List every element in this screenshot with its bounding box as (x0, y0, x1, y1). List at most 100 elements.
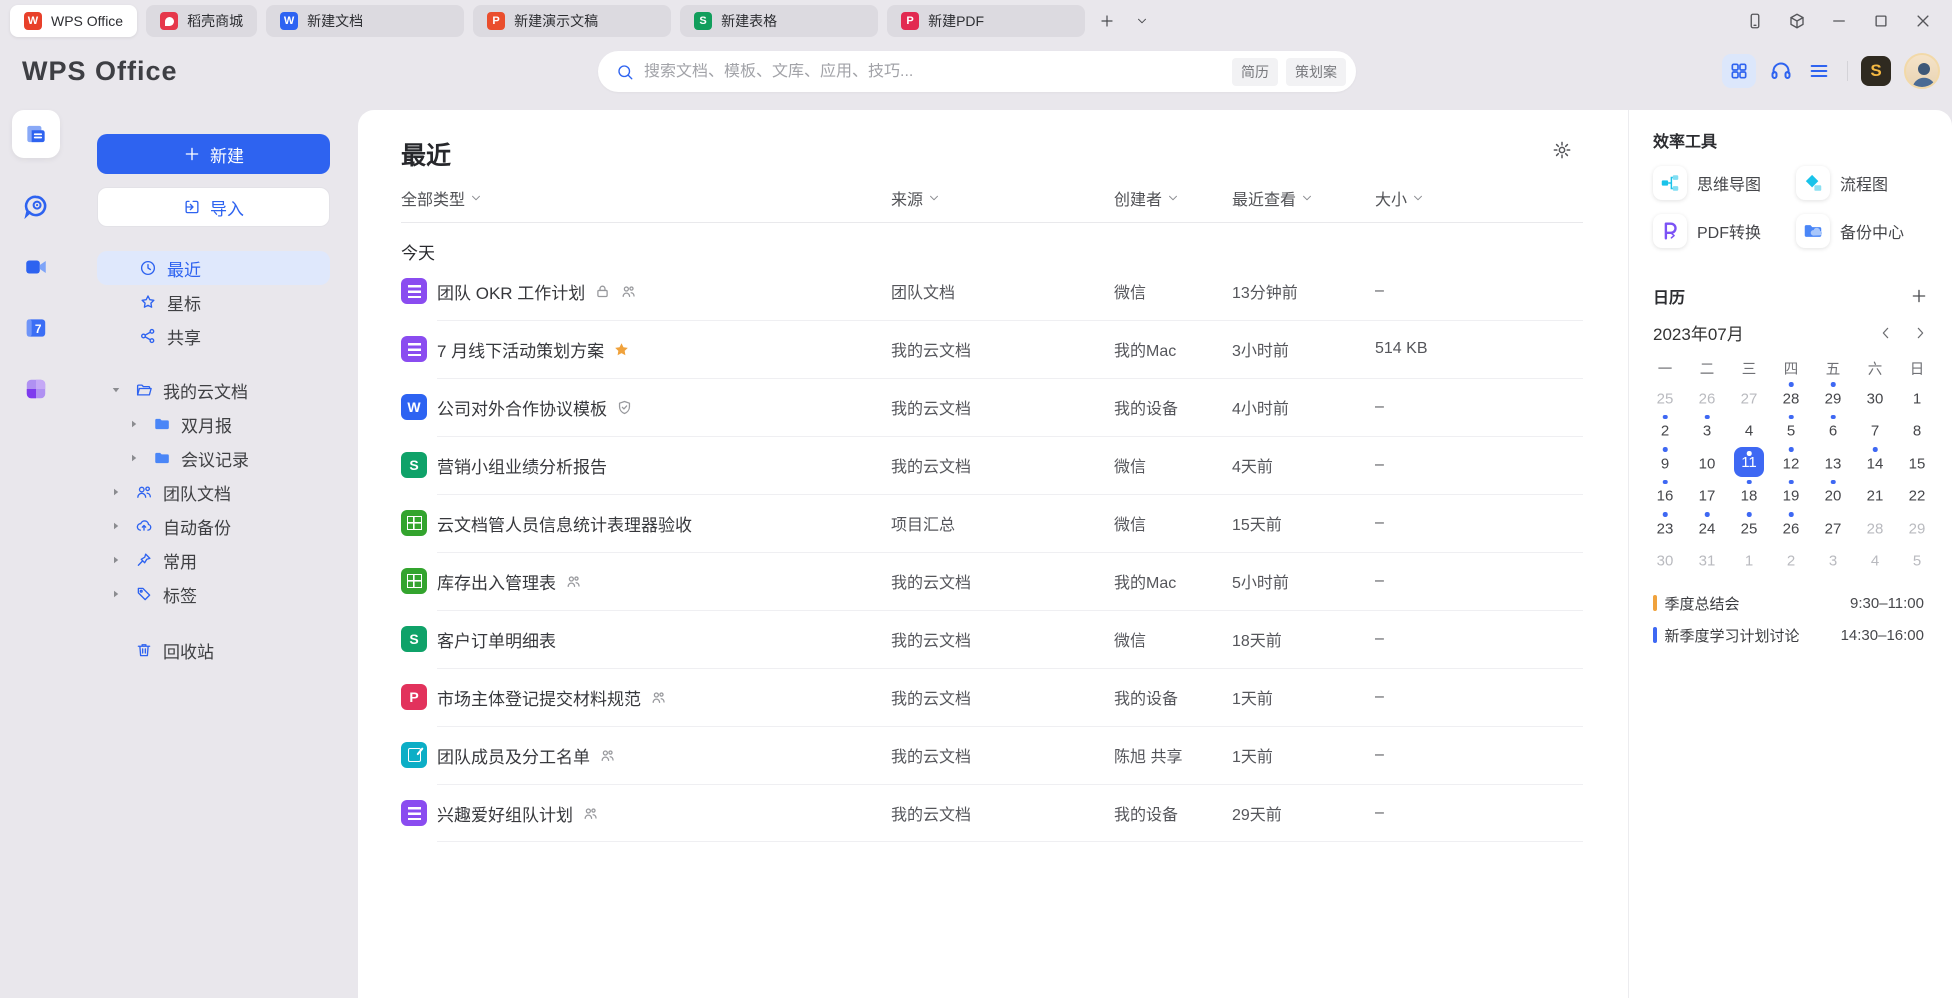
calendar-day[interactable]: 28 (1770, 381, 1812, 414)
calendar-day[interactable]: 7 (1854, 414, 1896, 447)
tab-overview-button[interactable] (1129, 8, 1155, 34)
calendar-day[interactable]: 26 (1686, 381, 1728, 414)
filter-dropdown[interactable]: 全部类型 (401, 186, 482, 210)
sidebar-tree-item[interactable]: 我的云文档 (72, 373, 358, 407)
rail-app-item[interactable] (12, 110, 60, 158)
global-search[interactable]: 简历策划案 (598, 51, 1356, 92)
tool-shortcut[interactable]: 备份中心 (1796, 214, 1929, 248)
calendar-day[interactable]: 20 (1812, 479, 1854, 512)
minimize-button[interactable] (1830, 12, 1848, 30)
calendar-day[interactable]: 27 (1812, 511, 1854, 544)
calendar-day[interactable]: 18 (1728, 479, 1770, 512)
calendar-day[interactable]: 11 (1728, 446, 1770, 479)
caret-down-icon[interactable] (110, 384, 122, 396)
caret-right-icon[interactable] (128, 452, 140, 464)
tool-shortcut[interactable]: PDF转换 (1653, 214, 1796, 248)
calendar-day[interactable]: 2 (1644, 414, 1686, 447)
calendar-day[interactable]: 15 (1896, 446, 1938, 479)
calendar-day[interactable]: 14 (1854, 446, 1896, 479)
calendar-day[interactable]: 10 (1686, 446, 1728, 479)
app-tab[interactable]: 稻壳商城 (146, 5, 257, 37)
calendar-day[interactable]: 24 (1686, 511, 1728, 544)
new-tab-button[interactable] (1094, 8, 1120, 34)
calendar-day[interactable]: 4 (1728, 414, 1770, 447)
membership-badge[interactable]: S (1861, 56, 1891, 86)
calendar-day[interactable]: 31 (1686, 544, 1728, 577)
caret-right-icon[interactable] (110, 588, 122, 600)
list-settings-button[interactable] (1552, 140, 1572, 160)
workspace-button[interactable] (1788, 12, 1806, 30)
sidebar-tree-item[interactable]: 双月报 (72, 407, 358, 441)
user-avatar[interactable] (1904, 53, 1940, 89)
calendar-day[interactable]: 13 (1812, 446, 1854, 479)
maximize-button[interactable] (1872, 12, 1890, 30)
app-tab[interactable]: WPS Office (10, 5, 137, 37)
search-tag[interactable]: 策划案 (1286, 58, 1346, 86)
import-button[interactable]: 导入 (97, 187, 330, 227)
calendar-day[interactable]: 8 (1896, 414, 1938, 447)
calendar-day[interactable]: 6 (1812, 414, 1854, 447)
rail-app-item[interactable] (23, 254, 49, 280)
calendar-day[interactable]: 4 (1854, 544, 1896, 577)
calendar-day[interactable]: 12 (1770, 446, 1812, 479)
sidebar-tree-item[interactable]: 自动备份 (72, 509, 358, 543)
app-tab[interactable]: 新建表格 (680, 5, 878, 37)
calendar-day[interactable]: 1 (1896, 381, 1938, 414)
caret-right-icon[interactable] (110, 554, 122, 566)
app-tab[interactable]: 新建PDF (887, 5, 1085, 37)
caret-right-icon[interactable] (110, 486, 122, 498)
close-button[interactable] (1914, 12, 1932, 30)
calendar-event[interactable]: 新季度学习计划讨论 14:30–16:00 (1653, 622, 1924, 648)
prev-month-button[interactable] (1878, 325, 1894, 341)
filter-dropdown[interactable]: 大小 (1375, 186, 1424, 210)
calendar-day[interactable]: 30 (1854, 381, 1896, 414)
file-row[interactable]: 客户订单明细表 我的云文档 微信 18天前 – (358, 610, 1628, 668)
add-event-button[interactable] (1910, 287, 1928, 305)
calendar-day[interactable]: 5 (1770, 414, 1812, 447)
tool-shortcut[interactable]: 流程图 (1796, 166, 1929, 200)
connect-device-button[interactable] (1746, 12, 1764, 30)
sidebar-nav-item[interactable]: 共享 (97, 319, 330, 353)
caret-right-icon[interactable] (128, 418, 140, 430)
file-row[interactable]: 团队成员及分工名单 我的云文档 陈旭 共享 1天前 – (358, 726, 1628, 784)
calendar-day[interactable]: 3 (1812, 544, 1854, 577)
sidebar-tree-item[interactable]: 会议记录 (72, 441, 358, 475)
calendar-day[interactable]: 5 (1896, 544, 1938, 577)
file-row[interactable]: 营销小组业绩分析报告 我的云文档 微信 4天前 – (358, 436, 1628, 494)
search-tag[interactable]: 简历 (1232, 58, 1278, 86)
file-row[interactable]: 7 月线下活动策划方案 我的云文档 我的Mac 3小时前 514 KB (358, 320, 1628, 378)
tool-shortcut[interactable]: 思维导图 (1653, 166, 1796, 200)
calendar-day[interactable]: 25 (1644, 381, 1686, 414)
calendar-day[interactable]: 27 (1728, 381, 1770, 414)
menu-button[interactable] (1808, 58, 1834, 84)
sidebar-nav-item[interactable]: 星标 (97, 285, 330, 319)
calendar-day[interactable]: 3 (1686, 414, 1728, 447)
rail-app-item[interactable] (23, 376, 49, 402)
file-row[interactable]: 公司对外合作协议模板 我的云文档 我的设备 4小时前 – (358, 378, 1628, 436)
calendar-day[interactable]: 28 (1854, 511, 1896, 544)
calendar-day[interactable]: 19 (1770, 479, 1812, 512)
file-row[interactable]: 库存出入管理表 我的云文档 我的Mac 5小时前 – (358, 552, 1628, 610)
calendar-day[interactable]: 26 (1770, 511, 1812, 544)
calendar-day[interactable]: 22 (1896, 479, 1938, 512)
file-row[interactable]: 团队 OKR 工作计划 团队文档 微信 13分钟前 – (358, 262, 1628, 320)
calendar-day[interactable]: 30 (1644, 544, 1686, 577)
calendar-day[interactable]: 16 (1644, 479, 1686, 512)
file-row[interactable]: 云文档管人员信息统计表理器验收 项目汇总 微信 15天前 – (358, 494, 1628, 552)
rail-app-item[interactable] (23, 193, 49, 219)
calendar-day[interactable]: 1 (1728, 544, 1770, 577)
calendar-event[interactable]: 季度总结会 9:30–11:00 (1653, 590, 1924, 616)
calendar-day[interactable]: 25 (1728, 511, 1770, 544)
sidebar-item-trash[interactable]: 回收站 (72, 633, 358, 667)
file-row[interactable]: 兴趣爱好组队计划 我的云文档 我的设备 29天前 – (358, 784, 1628, 842)
filter-dropdown[interactable]: 创建者 (1114, 186, 1179, 210)
new-document-button[interactable]: 新建 (97, 134, 330, 174)
calendar-day[interactable]: 17 (1686, 479, 1728, 512)
filter-dropdown[interactable]: 来源 (891, 186, 940, 210)
caret-right-icon[interactable] (110, 520, 122, 532)
next-month-button[interactable] (1912, 325, 1928, 341)
sidebar-tree-item[interactable]: 标签 (72, 577, 358, 611)
calendar-day[interactable]: 21 (1854, 479, 1896, 512)
app-tab[interactable]: 新建演示文稿 (473, 5, 671, 37)
apps-grid-button[interactable] (1722, 54, 1756, 88)
